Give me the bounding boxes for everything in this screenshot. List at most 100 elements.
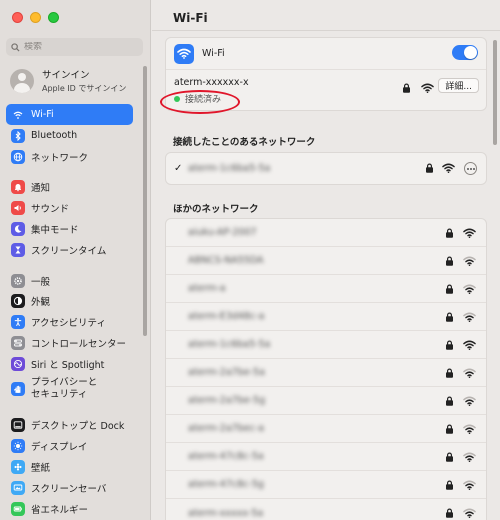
- account-signin[interactable]: サインイン Apple ID でサインイン: [10, 67, 142, 94]
- sidebar-item-label: スクリーンセーバ: [31, 483, 107, 495]
- display-icon: [11, 438, 25, 453]
- bell-icon: [11, 179, 25, 194]
- search-input[interactable]: [24, 42, 134, 52]
- sidebar-item-control-center[interactable]: コントロールセンター: [6, 332, 133, 353]
- lock-icon: [446, 340, 453, 350]
- sidebar-item-moon[interactable]: 集中モード: [6, 218, 133, 239]
- network-row[interactable]: aterm-47c8c-5a: [166, 443, 486, 471]
- avatar: [10, 68, 34, 93]
- search-icon: [11, 42, 20, 52]
- bluetooth-icon: [11, 128, 25, 143]
- sidebar-item-label: ネットワーク: [31, 152, 89, 164]
- sidebar-scrollbar[interactable]: [143, 66, 147, 336]
- sidebar-item-globe[interactable]: ネットワーク: [6, 146, 133, 167]
- network-row[interactable]: aterm-xxxxx-5a: [166, 499, 486, 520]
- lock-icon: [403, 83, 410, 93]
- known-networks-card: ✓ aterm-1c6ba5-5a: [165, 152, 487, 185]
- network-name: ABNCS-NA55DA: [188, 255, 264, 266]
- appearance-icon: [11, 293, 25, 308]
- sidebar-item-label: アクセシビリティ: [31, 317, 106, 329]
- sidebar-item-wallpaper[interactable]: 壁紙: [6, 456, 133, 477]
- wifi-toggle-switch[interactable]: [452, 45, 478, 60]
- details-button[interactable]: 詳細...: [438, 78, 479, 93]
- sidebar-item-display[interactable]: ディスプレイ: [6, 435, 133, 456]
- wifi-signal-icon: [463, 312, 476, 322]
- sidebar-item-appearance[interactable]: 外観: [6, 290, 133, 311]
- network-name: aterm-47c8c-5a: [188, 451, 264, 462]
- annotation-highlight: [160, 90, 240, 114]
- gear-icon: [11, 273, 25, 288]
- network-name: aterm-2a7be-5g: [188, 395, 266, 406]
- main-pane: Wi-Fi Wi-Fi aterm-xxxxxx-x 接続済み 詳細... 接続…: [152, 0, 500, 520]
- sidebar-item-hand[interactable]: プライバシーと セキュリティ: [6, 374, 133, 404]
- control-center-icon: [11, 335, 25, 350]
- network-row[interactable]: aterm-2a7be-5g: [166, 387, 486, 415]
- accessibility-icon: [11, 314, 25, 329]
- known-network-row[interactable]: ✓ aterm-1c6ba5-5a: [166, 153, 486, 184]
- search-field[interactable]: [6, 38, 143, 56]
- sidebar-item-speaker[interactable]: サウンド: [6, 197, 133, 218]
- wifi-signal-icon: [463, 368, 476, 378]
- network-name: aiuku-AP-2007: [188, 227, 257, 238]
- lock-icon: [426, 163, 433, 173]
- network-row[interactable]: aterm-a: [166, 275, 486, 303]
- sidebar: サインイン Apple ID でサインイン Wi-Fi Bluetooth ネットワ…: [0, 0, 151, 520]
- network-row[interactable]: ABNCS-NA55DA: [166, 247, 486, 275]
- network-row[interactable]: aterm-47c8c-5g: [166, 471, 486, 499]
- sidebar-item-dock[interactable]: デスクトップと Dock: [6, 414, 133, 435]
- zoom-button[interactable]: [48, 12, 59, 23]
- network-name: aterm-a: [188, 283, 226, 294]
- wifi-signal-icon: [463, 480, 476, 490]
- lock-icon: [446, 312, 453, 322]
- network-name: aterm-2a7be-5a: [188, 367, 265, 378]
- sidebar-item-label: 省エネルギー: [31, 504, 89, 516]
- sidebar-item-screensaver[interactable]: スクリーンセーバ: [6, 477, 133, 498]
- sidebar-item-wifi[interactable]: Wi-Fi: [6, 104, 133, 125]
- main-scrollbar[interactable]: [493, 40, 497, 145]
- lock-icon: [446, 508, 453, 518]
- speaker-icon: [11, 200, 25, 215]
- close-button[interactable]: [12, 12, 23, 23]
- network-row[interactable]: aterm-2a7bec-a: [166, 415, 486, 443]
- sidebar-item-bell[interactable]: 通知: [6, 176, 133, 197]
- network-row[interactable]: aiuku-AP-2007: [166, 219, 486, 247]
- screensaver-icon: [11, 480, 25, 495]
- wifi-signal-icon: [421, 83, 434, 93]
- network-name: aterm-E3d48c-a: [188, 311, 265, 322]
- wifi-signal-icon: [463, 508, 476, 518]
- network-row[interactable]: aterm-2a7be-5a: [166, 359, 486, 387]
- more-options-button[interactable]: [464, 162, 477, 175]
- sidebar-item-label: デスクトップと Dock: [31, 420, 125, 432]
- sidebar-item-label: プライバシーと セキュリティ: [31, 377, 98, 400]
- network-row[interactable]: aterm-1c6ba5-5a: [166, 331, 486, 359]
- known-networks-heading: 接続したことのあるネットワーク: [173, 137, 316, 148]
- current-network-name: aterm-xxxxxx-x: [174, 77, 249, 88]
- sidebar-item-gear[interactable]: 一般: [6, 270, 133, 291]
- header-divider: [152, 30, 500, 31]
- account-subtitle: Apple ID でサインイン: [42, 84, 127, 93]
- other-networks-heading: ほかのネットワーク: [173, 204, 259, 215]
- minimize-button[interactable]: [30, 12, 41, 23]
- checkmark-icon: ✓: [174, 163, 183, 174]
- moon-icon: [11, 221, 25, 236]
- sidebar-item-hourglass[interactable]: スクリーンタイム: [6, 239, 133, 260]
- network-row[interactable]: aterm-E3d48c-a: [166, 303, 486, 331]
- dock-icon: [11, 417, 25, 432]
- lock-icon: [446, 284, 453, 294]
- sidebar-item-battery[interactable]: 省エネルギー: [6, 498, 133, 519]
- sidebar-item-accessibility[interactable]: アクセシビリティ: [6, 311, 133, 332]
- sidebar-item-siri[interactable]: Siri と Spotlight: [6, 353, 133, 374]
- wifi-toggle-label: Wi-Fi: [202, 48, 225, 59]
- window-controls: [12, 12, 59, 23]
- sidebar-item-bluetooth[interactable]: Bluetooth: [6, 125, 133, 146]
- wifi-signal-icon: [463, 396, 476, 406]
- lock-icon: [446, 452, 453, 462]
- sidebar-item-label: スクリーンタイム: [31, 245, 107, 257]
- lock-icon: [446, 396, 453, 406]
- wifi-signal-icon: [463, 256, 476, 266]
- wifi-signal-icon: [463, 424, 476, 434]
- account-name: サインイン: [42, 70, 90, 81]
- network-name: aterm-2a7bec-a: [188, 423, 265, 434]
- other-networks-card: aiuku-AP-2007 ABNCS-NA55DA aterm-a aterm-E3…: [165, 218, 487, 520]
- sidebar-item-label: サウンド: [31, 203, 70, 215]
